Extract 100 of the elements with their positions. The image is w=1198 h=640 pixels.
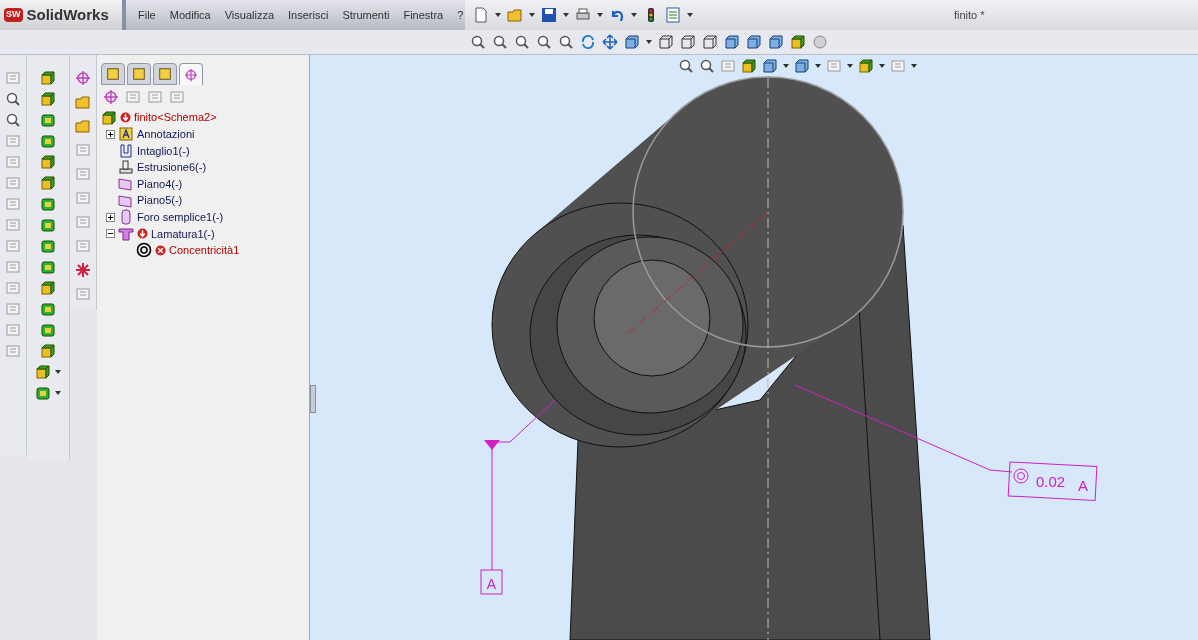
box-icon[interactable] <box>40 322 56 338</box>
tree-item[interactable]: Foro semplice1(-) <box>137 209 224 226</box>
box-icon[interactable] <box>40 301 56 317</box>
caret-icon[interactable] <box>646 40 652 44</box>
cube-icon[interactable] <box>762 58 778 74</box>
caret-icon[interactable] <box>687 13 693 17</box>
caret-icon[interactable] <box>529 13 535 17</box>
magnifier-icon[interactable] <box>5 112 21 128</box>
box-icon[interactable] <box>40 217 56 233</box>
zoom-icon[interactable] <box>678 58 694 74</box>
panel-tab[interactable] <box>101 63 125 85</box>
zoom-icon[interactable] <box>699 58 715 74</box>
new-document-icon[interactable] <box>473 7 489 23</box>
cube-icon[interactable] <box>790 34 806 50</box>
datum-frame <box>480 569 503 595</box>
wireframe-cube-icon[interactable] <box>702 34 718 50</box>
tree-item[interactable]: Concentricità1 <box>155 242 240 259</box>
configuration-icon <box>158 67 172 81</box>
box-icon[interactable] <box>40 133 56 149</box>
caret-icon[interactable] <box>563 13 569 17</box>
menu-item[interactable]: Strumenti <box>342 6 390 24</box>
shaded-cube-icon[interactable] <box>768 34 784 50</box>
counterbore-feature-icon <box>118 225 134 242</box>
folder-icon[interactable] <box>507 7 523 23</box>
box-icon[interactable] <box>40 112 56 128</box>
caret-icon[interactable] <box>495 13 501 17</box>
save-icon[interactable] <box>541 7 557 23</box>
cube-icon[interactable] <box>40 175 56 191</box>
magnifier-icon[interactable] <box>5 91 21 107</box>
plane-feature-icon <box>118 176 134 193</box>
cut-feature-icon <box>118 142 134 159</box>
caret-icon[interactable] <box>879 64 885 68</box>
caret-icon[interactable] <box>847 64 853 68</box>
panel-tab[interactable] <box>153 63 177 85</box>
box-icon[interactable] <box>40 238 56 254</box>
tree-item[interactable]: Piano5(-) <box>137 192 183 209</box>
plane-feature-icon <box>118 192 134 209</box>
target-icon[interactable] <box>75 70 91 86</box>
properties-icon <box>132 67 146 81</box>
concentric-feature-icon <box>136 242 152 259</box>
tree-item[interactable]: Lamatura1(-) <box>137 225 215 243</box>
tree-item[interactable]: Annotazioni <box>137 126 195 143</box>
menu-item[interactable]: File <box>138 6 156 24</box>
folder-icon[interactable] <box>75 94 91 110</box>
cube-icon[interactable] <box>40 154 56 170</box>
box-icon[interactable] <box>40 196 56 212</box>
move-icon[interactable] <box>602 34 618 50</box>
expand-toggle-icon[interactable] <box>105 212 115 222</box>
caret-icon[interactable] <box>55 370 61 374</box>
extrude-feature-icon <box>118 159 134 176</box>
zoom-icon[interactable] <box>514 34 530 50</box>
cube-icon[interactable] <box>40 280 56 296</box>
star-icon[interactable] <box>75 262 91 278</box>
cube-icon[interactable] <box>624 34 640 50</box>
datum-letter: A <box>486 576 497 592</box>
part-icon[interactable] <box>101 109 117 126</box>
caret-icon[interactable] <box>911 64 917 68</box>
checklist-icon[interactable] <box>665 7 681 23</box>
wireframe-cube-icon[interactable] <box>658 34 674 50</box>
hole-feature-icon <box>118 209 134 226</box>
shaded-cube-icon[interactable] <box>724 34 740 50</box>
zoom-icon[interactable] <box>558 34 574 50</box>
logo-badge: SW <box>4 8 23 22</box>
caret-icon[interactable] <box>55 391 61 395</box>
annotation-feature-icon <box>118 126 134 143</box>
target-icon[interactable] <box>103 89 119 105</box>
rotate-icon[interactable] <box>580 34 596 50</box>
tree-item[interactable]: Intaglio1(-) <box>137 142 190 160</box>
printer-icon[interactable] <box>575 7 591 23</box>
shaded-cube-icon[interactable] <box>746 34 762 50</box>
menu-item[interactable]: Modifica <box>169 6 211 24</box>
cube-icon[interactable] <box>40 70 56 86</box>
shaded-cube-icon[interactable] <box>794 58 810 74</box>
panel-collapse-handle[interactable] <box>310 385 316 413</box>
box-icon[interactable] <box>40 259 56 275</box>
expand-toggle-icon[interactable] <box>105 129 115 139</box>
logo-text: SolidWorks <box>26 4 109 25</box>
window-title: finito * <box>954 7 985 23</box>
collapse-toggle-icon[interactable] <box>105 229 115 239</box>
zoom-icon[interactable] <box>536 34 552 50</box>
caret-icon[interactable] <box>631 13 637 17</box>
tree-item[interactable]: Estrusione6(-) <box>137 159 207 176</box>
menu-item[interactable]: ? <box>457 6 464 24</box>
tolerance-datum: A <box>1078 477 1088 494</box>
cube-icon[interactable] <box>40 343 56 359</box>
menu-item[interactable]: Finestra <box>403 6 444 24</box>
menu-item[interactable]: Visualizza <box>224 6 275 24</box>
menu-item[interactable]: Inserisci <box>288 6 329 24</box>
panel-tab[interactable] <box>179 63 203 85</box>
caret-icon[interactable] <box>815 64 821 68</box>
folder-icon[interactable] <box>75 118 91 134</box>
cube-icon[interactable] <box>40 91 56 107</box>
tree-item[interactable]: Piano4(-) <box>137 175 183 193</box>
caret-icon[interactable] <box>783 64 789 68</box>
tolerance-value: 0.02 <box>1036 473 1066 490</box>
caret-icon[interactable] <box>597 13 603 17</box>
zoom-icon[interactable] <box>492 34 508 50</box>
tree-item[interactable]: finito<Schema2> <box>120 109 217 126</box>
panel-tab[interactable] <box>127 63 151 85</box>
wireframe-cube-icon[interactable] <box>680 34 696 50</box>
